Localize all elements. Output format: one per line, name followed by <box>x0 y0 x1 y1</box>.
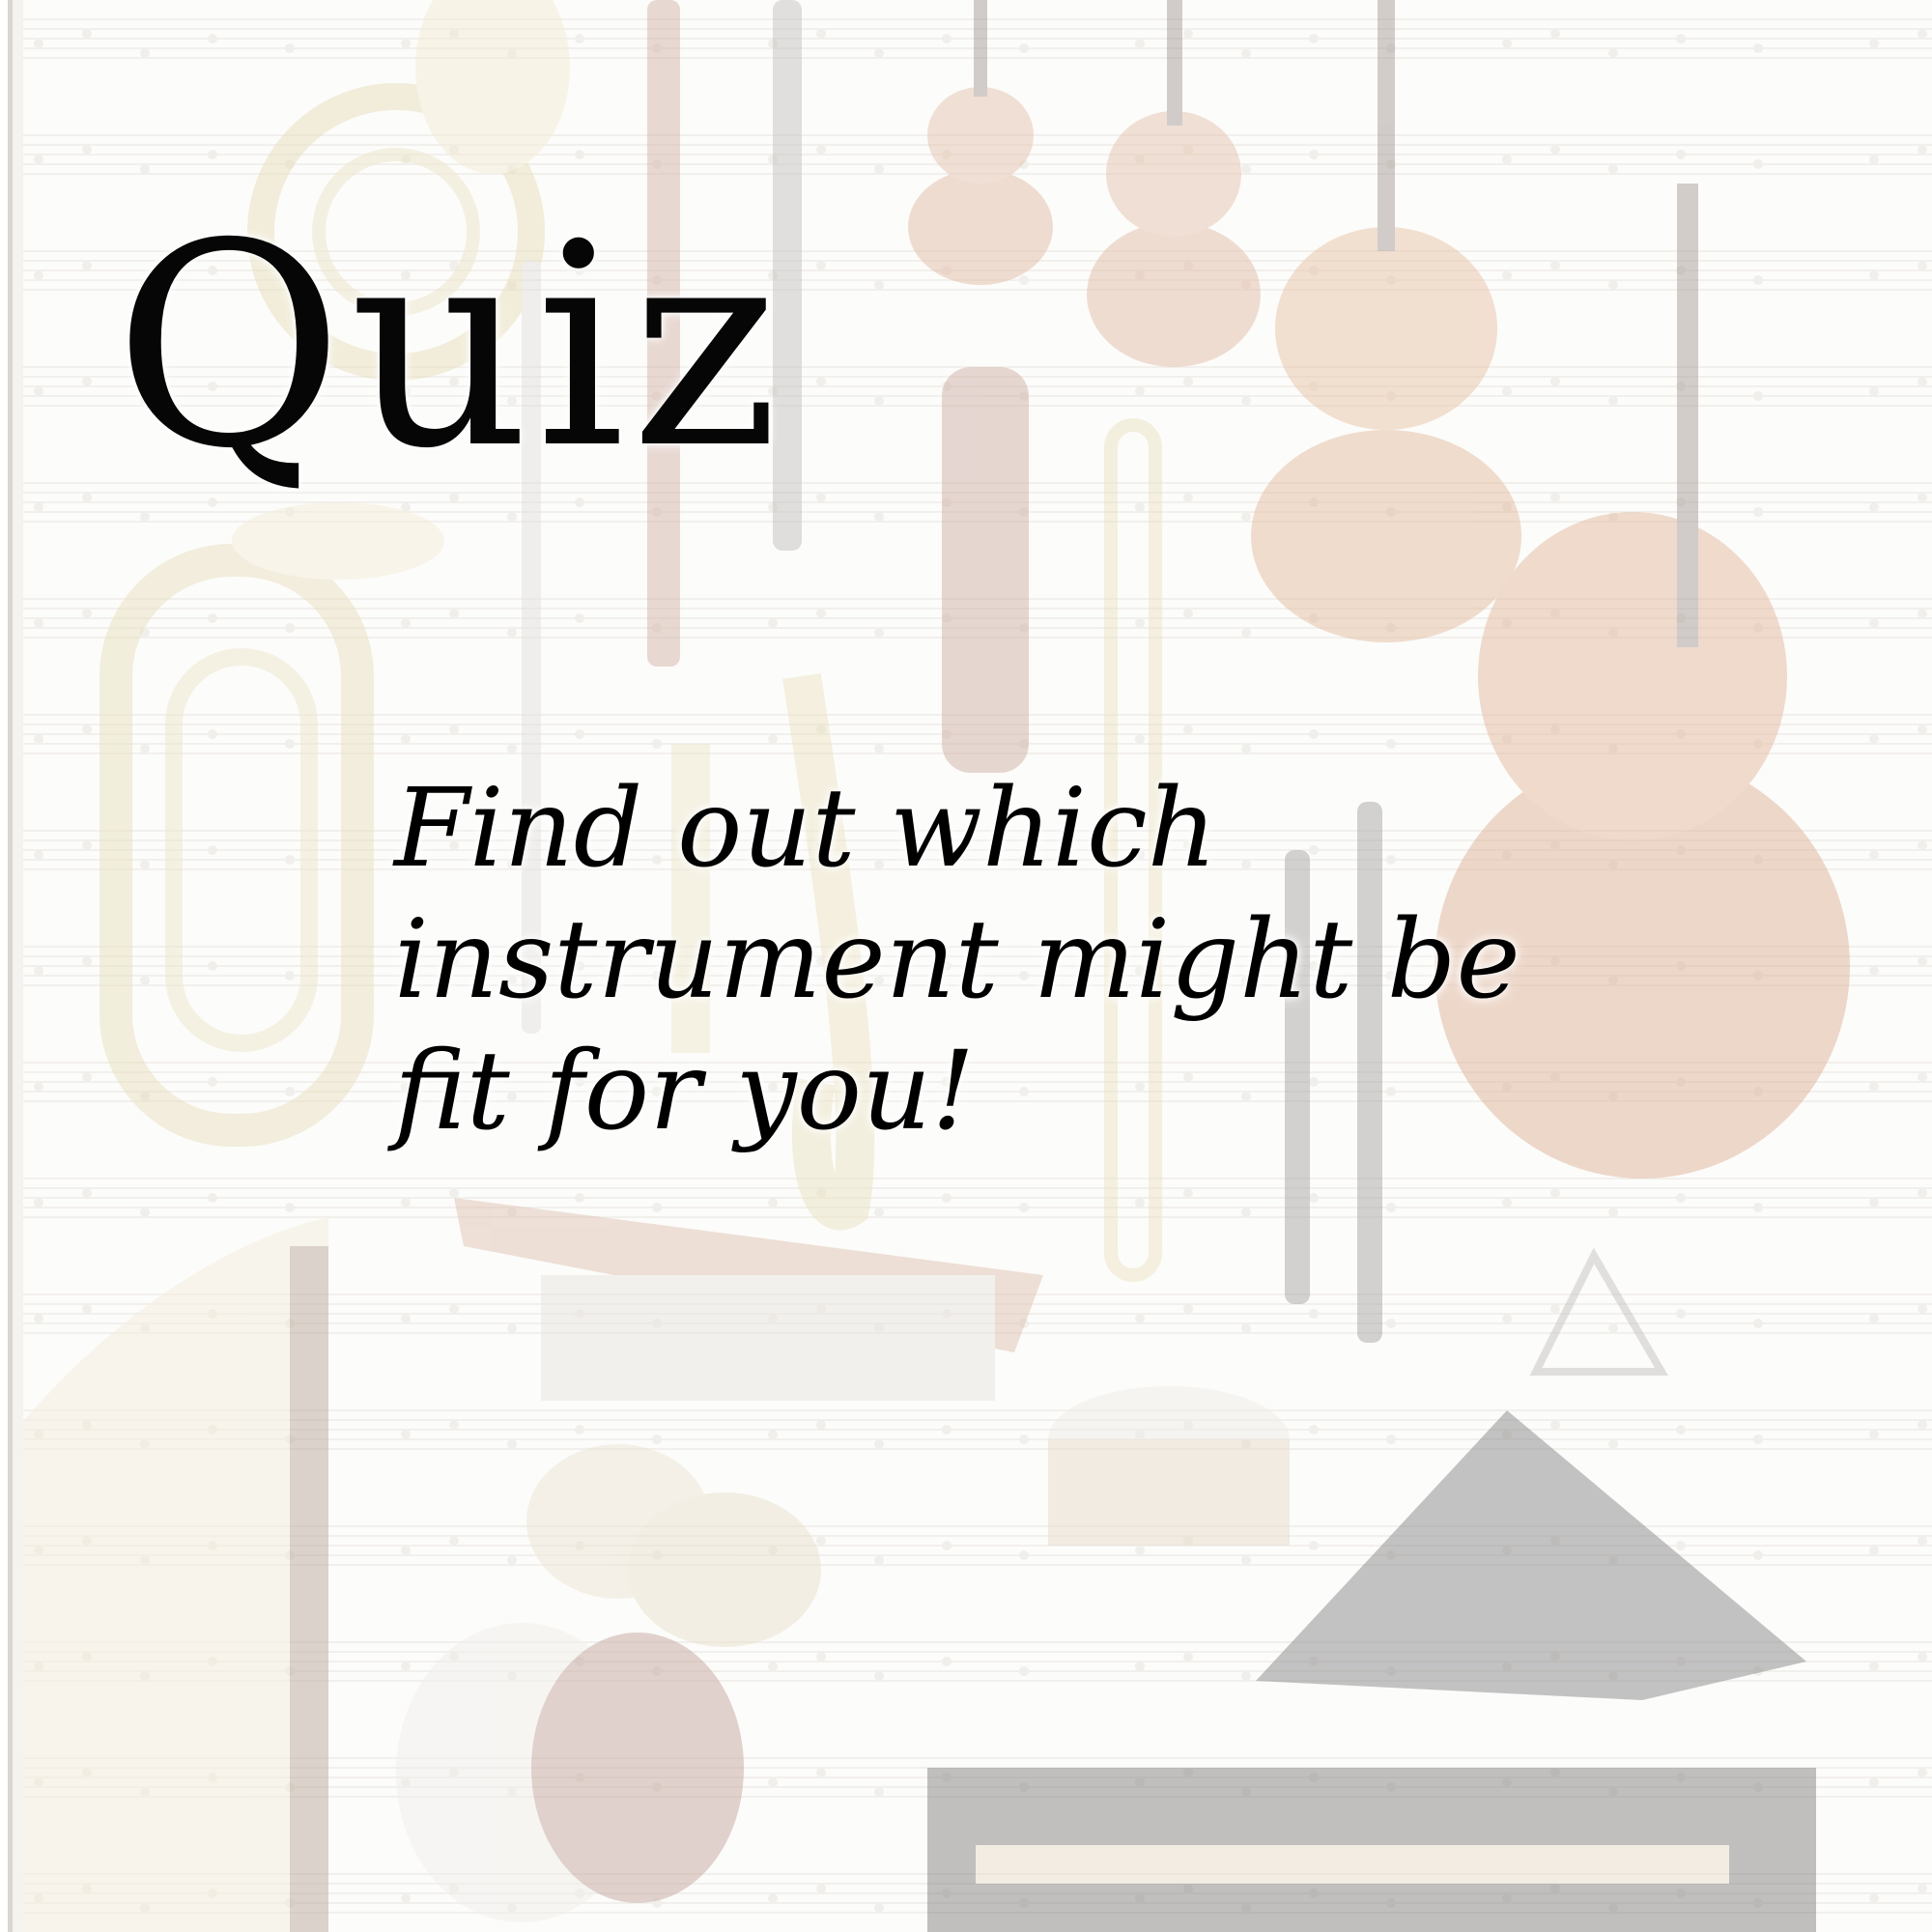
slide: Quiz Find out which instrument might be … <box>0 0 1932 1932</box>
slide-title: Quiz <box>114 185 785 510</box>
slide-subtitle: Find out which instrument might be fit f… <box>394 766 1520 1154</box>
left-border <box>0 0 23 1932</box>
